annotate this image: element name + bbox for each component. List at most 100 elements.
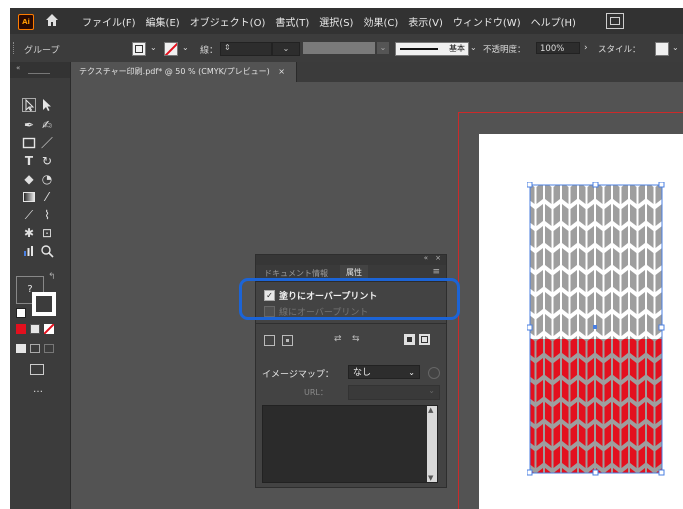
stroke-swatch-large[interactable] — [32, 292, 56, 316]
selection-tool-icon[interactable] — [22, 98, 36, 112]
lasso-tool-icon[interactable]: ◔ — [40, 172, 54, 186]
gray-arrow-feather-half — [530, 185, 662, 339]
fill-stroke-widget[interactable]: ? ↰ — [16, 272, 60, 318]
draw-inside-icon[interactable] — [44, 344, 54, 353]
menu-type[interactable]: 書式(T) — [275, 14, 309, 29]
grip-icon — [13, 42, 17, 54]
curvature-tool-icon[interactable]: ✍ — [40, 118, 54, 132]
show-center-off-icon[interactable] — [264, 335, 275, 346]
document-tab-bar: テクスチャー印刷.pdf* @ 50 % (CMYK/プレビュー) × — [71, 62, 683, 82]
stroke-swatch[interactable] — [164, 42, 178, 56]
menu-edit[interactable]: 編集(E) — [146, 14, 180, 29]
app-logo: Ai — [18, 14, 34, 30]
panel-close-icon[interactable]: × — [435, 254, 441, 262]
brush-dropdown-icon[interactable]: ⌄ — [470, 43, 477, 52]
stroke-label: 線： — [200, 46, 219, 56]
panel-title-bar[interactable]: « × — [256, 254, 446, 265]
graphic-style-swatch[interactable] — [655, 42, 669, 56]
rectangle-tool-icon[interactable] — [22, 136, 36, 150]
menu-file[interactable]: ファイル(F) — [82, 14, 136, 29]
center-point — [593, 325, 597, 329]
eraser-tool-icon[interactable]: ◆ — [22, 172, 36, 186]
rotate-tool-icon[interactable]: ↻ — [40, 154, 54, 168]
menu-effect[interactable]: 効果(C) — [363, 14, 398, 29]
nonzero-winding-icon[interactable] — [404, 334, 415, 345]
even-odd-icon[interactable] — [419, 334, 430, 345]
edit-toolbar-icon[interactable]: … — [33, 384, 43, 395]
control-bar: グループ ⌄ ⌄ 線： ⇕ ⌄ ⌄ 基本 ⌄ 不透明度： 100% › スタイル… — [10, 34, 683, 63]
variable-width-profile[interactable] — [303, 42, 375, 54]
document-tab[interactable]: テクスチャー印刷.pdf* @ 50 % (CMYK/プレビュー) × — [71, 62, 297, 82]
stroke-weight-dropdown[interactable]: ⌄ — [272, 42, 300, 56]
stroke-weight-input[interactable]: ⇕ — [220, 42, 272, 56]
arrange-documents-icon[interactable] — [606, 13, 624, 29]
menu-bar: Ai ファイル(F) 編集(E) オブジェクト(O) 書式(T) 選択(S) 効… — [10, 8, 683, 34]
highlight-callout — [239, 278, 460, 320]
image-map-label: イメージマップ： — [262, 370, 334, 380]
yagasuri-pattern-artwork[interactable] — [527, 182, 665, 476]
profile-dropdown-icon[interactable]: ⌄ — [377, 42, 389, 54]
opacity-dropdown-icon[interactable]: › — [584, 43, 588, 53]
menu-help[interactable]: ヘルプ(H) — [531, 14, 576, 29]
image-map-value: なし — [353, 368, 372, 378]
draw-normal-icon[interactable] — [16, 344, 26, 353]
width-tool-icon[interactable]: ⟋ — [22, 208, 36, 222]
collapse-icon[interactable]: « — [16, 64, 20, 72]
graph-tool-icon[interactable] — [22, 244, 36, 258]
home-icon[interactable] — [44, 12, 60, 28]
scroll-up-icon[interactable]: ▲ — [428, 406, 433, 414]
gradient-tool-icon[interactable] — [22, 190, 36, 204]
stroke-dropdown-icon[interactable]: ⌄ — [182, 43, 189, 52]
screen-mode-icon[interactable] — [30, 364, 44, 375]
style-label: スタイル： — [598, 45, 641, 55]
eyedropper-tool-icon[interactable]: ⁄ — [40, 190, 54, 204]
bleed-guide-top — [458, 112, 683, 113]
notes-textarea[interactable]: ▲ ▼ — [262, 405, 438, 483]
opacity-input[interactable]: 100% — [536, 42, 580, 54]
opacity-label[interactable]: 不透明度： — [483, 43, 526, 55]
brush-definition[interactable]: 基本 — [395, 42, 469, 56]
tools-panel-header: « — [10, 62, 70, 78]
direct-selection-tool-icon[interactable] — [40, 98, 54, 112]
menu-select[interactable]: 選択(S) — [319, 14, 353, 29]
shape-builder-tool-icon[interactable]: ⌇ — [40, 208, 54, 222]
selection-type-label: グループ — [24, 46, 60, 56]
default-colors-icon[interactable] — [16, 308, 26, 318]
document-title: テクスチャー印刷.pdf* @ 50 % (CMYK/プレビュー) — [79, 67, 270, 76]
scrollbar[interactable]: ▲ ▼ — [427, 406, 437, 482]
url-dropdown-icon[interactable]: ⌄ — [428, 386, 435, 395]
pencil-tool-icon[interactable]: ／ — [40, 136, 54, 150]
fill-dropdown-icon[interactable]: ⌄ — [150, 43, 157, 52]
menu-object[interactable]: オブジェクト(O) — [190, 14, 266, 29]
panel-menu-icon[interactable]: ≡ — [432, 267, 440, 277]
type-tool-icon[interactable]: T — [22, 154, 36, 168]
symbol-sprayer-tool-icon[interactable]: ✱ — [22, 226, 36, 240]
reverse-path-direction-off-icon[interactable]: ⇄ — [334, 334, 342, 344]
illustrator-window: Ai ファイル(F) 編集(E) オブジェクト(O) 書式(T) 選択(S) 効… — [10, 8, 683, 509]
show-center-on-icon[interactable] — [282, 335, 293, 346]
gradient-mode-icon[interactable] — [30, 324, 40, 334]
style-dropdown-icon[interactable]: ⌄ — [672, 43, 679, 52]
zoom-tool-icon[interactable] — [40, 244, 54, 258]
url-input[interactable]: ⌄ — [348, 385, 440, 400]
red-arrow-feather-half — [530, 339, 662, 473]
image-map-dropdown[interactable]: なし ⌄ — [348, 365, 420, 379]
color-mode-icon[interactable] — [16, 324, 26, 334]
url-label: URL： — [304, 388, 328, 397]
close-tab-icon[interactable]: × — [278, 67, 285, 76]
reverse-path-direction-on-icon[interactable]: ⇆ — [352, 334, 360, 344]
chevron-down-icon: ⌄ — [408, 368, 415, 377]
menu-window[interactable]: ウィンドウ(W) — [453, 14, 521, 29]
brush-label: 基本 — [449, 44, 465, 53]
scroll-down-icon[interactable]: ▼ — [428, 474, 433, 482]
browser-icon[interactable] — [428, 367, 440, 379]
menu-view[interactable]: 表示(V) — [408, 14, 443, 29]
divider — [256, 323, 446, 324]
panel-collapse-icon[interactable]: « — [424, 254, 428, 262]
none-mode-icon[interactable] — [44, 324, 54, 334]
artboard-tool-icon[interactable]: ⊡ — [40, 226, 54, 240]
fill-swatch[interactable] — [132, 42, 146, 56]
draw-behind-icon[interactable] — [30, 344, 40, 353]
pen-tool-icon[interactable]: ✒ — [22, 118, 36, 132]
swap-fill-stroke-icon[interactable]: ↰ — [48, 272, 56, 282]
